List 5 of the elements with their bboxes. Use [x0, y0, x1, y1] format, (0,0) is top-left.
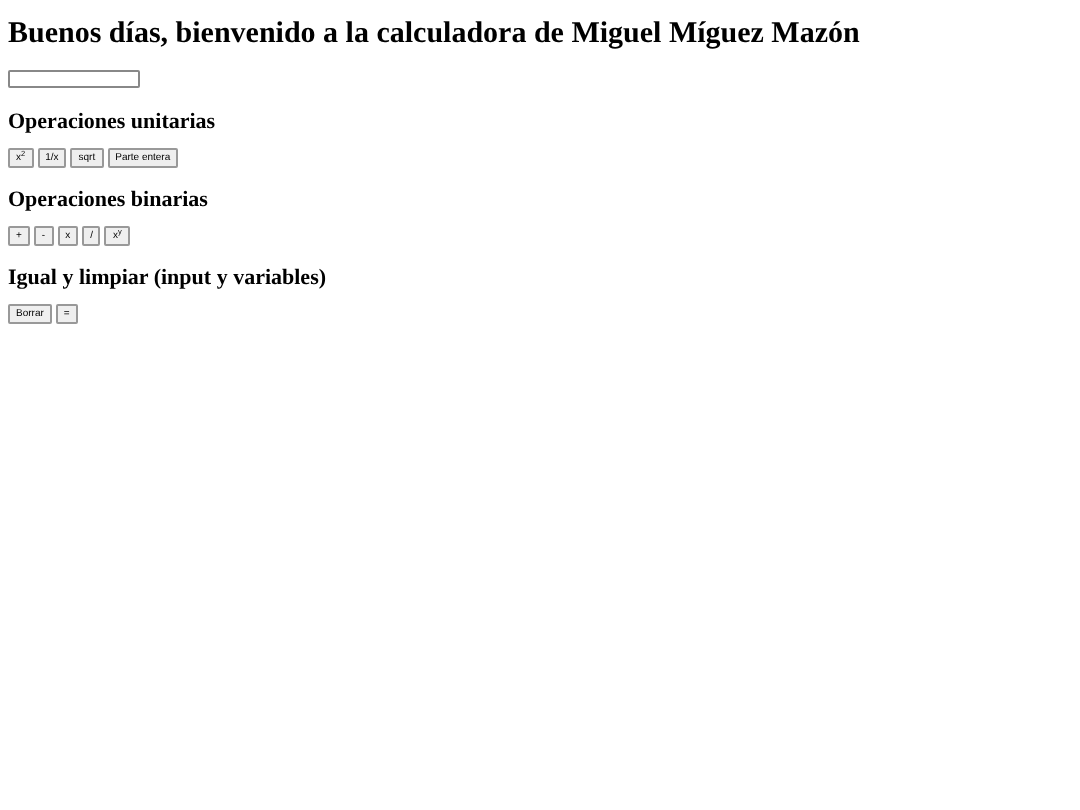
section-heading: Operaciones unitarias — [8, 108, 218, 136]
input-field[interactable] — [8, 70, 140, 88]
section-heading: Operaciones binarias — [8, 186, 210, 214]
section-heading: Igual y limpiar (input y variables) — [8, 264, 329, 292]
page-title: Buenos días, bienvenido a la calculadora de Miguel Míguez Mazón — [8, 16, 862, 52]
